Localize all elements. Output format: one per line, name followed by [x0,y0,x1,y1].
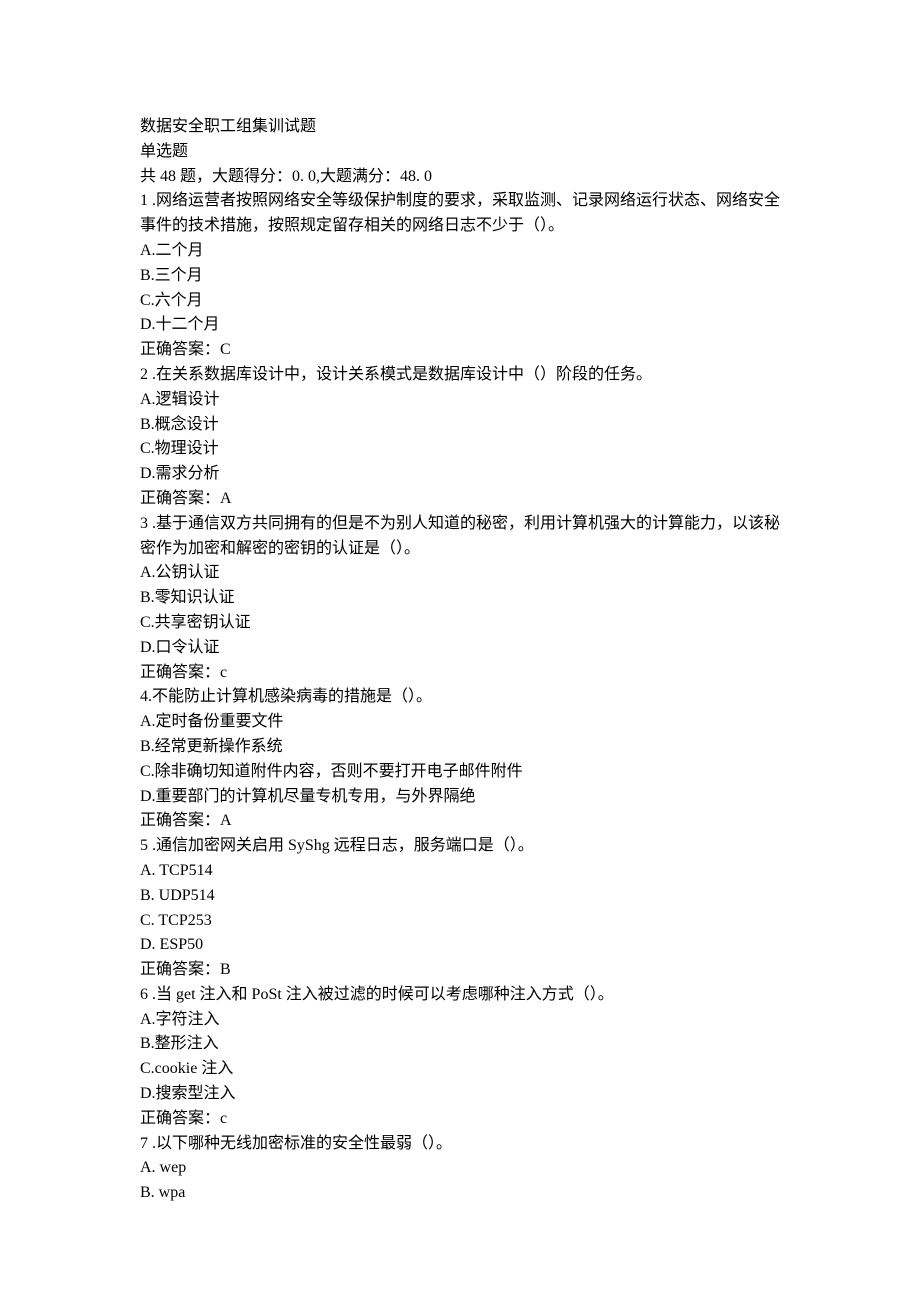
question-option: C.六个月 [140,289,780,314]
question-text: 7 .以下哪种无线加密标准的安全性最弱（）。 [140,1132,780,1157]
answer-line: 正确答案：c [140,1107,780,1132]
question-option: A.二个月 [140,239,780,264]
question-option: A.定时备份重要文件 [140,710,780,735]
answer-line: 正确答案：A [140,487,780,512]
question-option: C.cookie 注入 [140,1057,780,1082]
section-heading: 单选题 [140,140,780,165]
question-text: 5 .通信加密网关启用 SyShg 远程日志，服务端口是（）。 [140,834,780,859]
question-option: D. ESP50 [140,933,780,958]
question-option: B.概念设计 [140,413,780,438]
questions-container: 1 .网络运营者按照网络安全等级保护制度的要求，采取监测、记录网络运行状态、网络… [140,189,780,1206]
question-option: B.零知识认证 [140,586,780,611]
question-option: A.字符注入 [140,1008,780,1033]
answer-line: 正确答案：B [140,958,780,983]
answer-line: 正确答案：C [140,338,780,363]
document-title: 数据安全职工组集训试题 [140,115,780,140]
document-page: 数据安全职工组集训试题 单选题 共 48 题，大题得分：0. 0,大题满分：48… [0,0,920,1301]
summary-line: 共 48 题，大题得分：0. 0,大题满分：48. 0 [140,165,780,190]
question-option: A. wep [140,1156,780,1181]
question-option: D.搜索型注入 [140,1082,780,1107]
question-text: 6 .当 get 注入和 PoSt 注入被过滤的时候可以考虑哪种注入方式（）。 [140,983,780,1008]
question-option: C. TCP253 [140,909,780,934]
question-option: D.口令认证 [140,636,780,661]
question-option: C.物理设计 [140,437,780,462]
question-option: B.整形注入 [140,1032,780,1057]
answer-line: 正确答案：c [140,661,780,686]
question-option: A.逻辑设计 [140,388,780,413]
answer-line: 正确答案：A [140,809,780,834]
question-option: B.三个月 [140,264,780,289]
question-text: 4.不能防止计算机感染病毒的措施是（）。 [140,685,780,710]
question-option: D.需求分析 [140,462,780,487]
question-text: 2 .在关系数据库设计中，设计关系模式是数据库设计中（）阶段的任务。 [140,363,780,388]
question-option: D.重要部门的计算机尽量专机专用，与外界隔绝 [140,785,780,810]
question-option: B.经常更新操作系统 [140,735,780,760]
question-text: 1 .网络运营者按照网络安全等级保护制度的要求，采取监测、记录网络运行状态、网络… [140,189,780,239]
question-option: C.除非确切知道附件内容，否则不要打开电子邮件附件 [140,760,780,785]
question-option: A. TCP514 [140,859,780,884]
question-text: 3 .基于通信双方共同拥有的但是不为别人知道的秘密，利用计算机强大的计算能力，以… [140,512,780,562]
question-option: B. wpa [140,1181,780,1206]
question-option: D.十二个月 [140,313,780,338]
question-option: C.共享密钥认证 [140,611,780,636]
question-option: B. UDP514 [140,884,780,909]
question-option: A.公钥认证 [140,561,780,586]
